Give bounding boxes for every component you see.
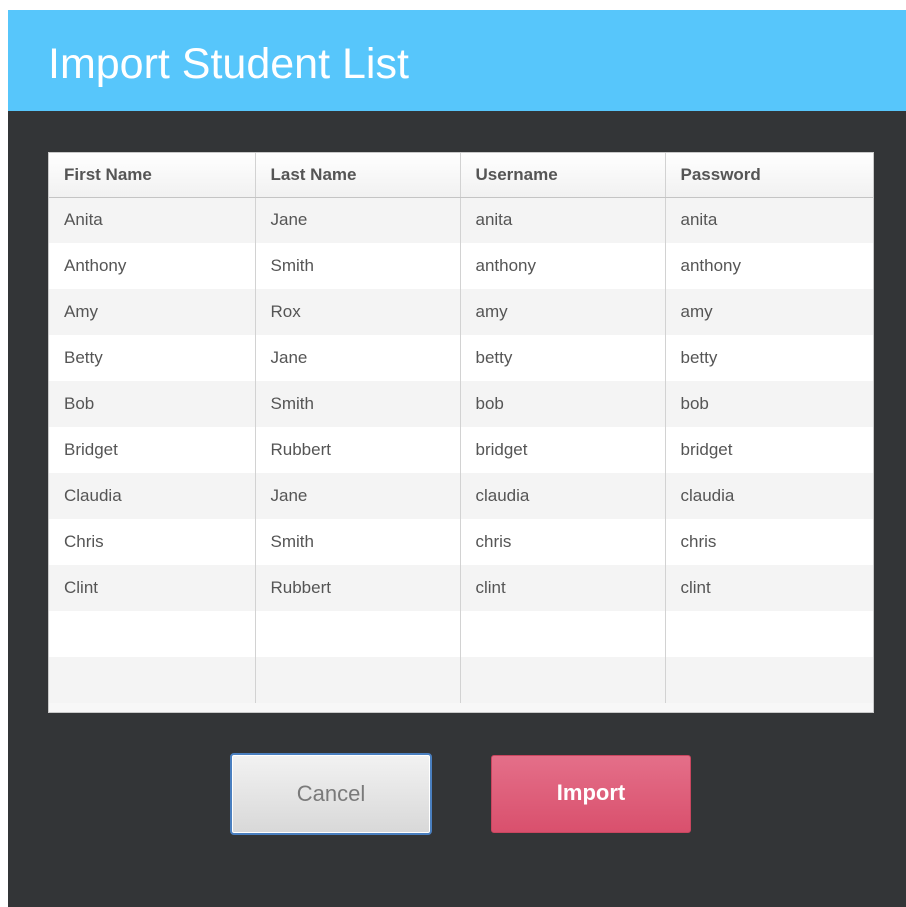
table-row[interactable]: Bob Smith bob bob (49, 381, 873, 427)
import-dialog: Import Student List First Name Last Name… (8, 10, 906, 907)
cell-last-name: Smith (255, 243, 461, 289)
cell-last-name: Jane (255, 473, 461, 519)
cell-last-name: Rubbert (255, 565, 461, 611)
import-button[interactable]: Import (491, 755, 691, 833)
cell-first-name: Anita (49, 197, 256, 243)
cell-password: amy (665, 289, 873, 335)
cell-first-name: Betty (49, 335, 256, 381)
cell-last-name: Rubbert (255, 427, 461, 473)
cell-password: bridget (665, 427, 873, 473)
cell-username: bob (460, 381, 666, 427)
cell-first-name: Claudia (49, 473, 256, 519)
cell-first-name: Amy (49, 289, 256, 335)
cell-first-name: Chris (49, 519, 256, 565)
table-row[interactable]: Anita Jane anita anita (49, 197, 873, 243)
cell-password: anita (665, 197, 873, 243)
column-header-first-name[interactable]: First Name (49, 153, 256, 198)
cell-username: anita (460, 197, 666, 243)
empty-cell (49, 657, 256, 703)
column-header-username[interactable]: Username (460, 153, 666, 198)
table-row[interactable]: Claudia Jane claudia claudia (49, 473, 873, 519)
cell-first-name: Bob (49, 381, 256, 427)
cell-password: bob (665, 381, 873, 427)
empty-table-row (49, 611, 873, 657)
cell-last-name: Jane (255, 197, 461, 243)
cell-first-name: Clint (49, 565, 256, 611)
empty-cell (255, 611, 461, 657)
empty-cell (460, 611, 666, 657)
cancel-button[interactable]: Cancel (230, 753, 432, 835)
cell-password: clint (665, 565, 873, 611)
cell-username: clint (460, 565, 666, 611)
cell-first-name: Anthony (49, 243, 256, 289)
empty-cell (255, 657, 461, 703)
table-row[interactable]: Betty Jane betty betty (49, 335, 873, 381)
table-row[interactable]: Chris Smith chris chris (49, 519, 873, 565)
cell-username: bridget (460, 427, 666, 473)
cell-first-name: Bridget (49, 427, 256, 473)
cell-last-name: Smith (255, 519, 461, 565)
cell-username: anthony (460, 243, 666, 289)
cell-password: chris (665, 519, 873, 565)
table-row[interactable]: Amy Rox amy amy (49, 289, 873, 335)
table-row[interactable]: Clint Rubbert clint clint (49, 565, 873, 611)
cell-password: claudia (665, 473, 873, 519)
cell-username: claudia (460, 473, 666, 519)
dialog-title: Import Student List (48, 40, 409, 88)
cell-password: anthony (665, 243, 873, 289)
cell-last-name: Rox (255, 289, 461, 335)
column-header-last-name[interactable]: Last Name (255, 153, 461, 198)
table-row[interactable]: Anthony Smith anthony anthony (49, 243, 873, 289)
empty-cell (49, 611, 256, 657)
cell-password: betty (665, 335, 873, 381)
title-bar: Import Student List (8, 10, 906, 111)
empty-cell (665, 657, 873, 703)
empty-cell (665, 611, 873, 657)
cell-username: betty (460, 335, 666, 381)
cell-last-name: Jane (255, 335, 461, 381)
cell-username: chris (460, 519, 666, 565)
column-header-password[interactable]: Password (665, 153, 873, 198)
empty-table-row (49, 657, 873, 703)
cell-username: amy (460, 289, 666, 335)
table-header-row: First Name Last Name Username Password (49, 153, 873, 198)
empty-cell (460, 657, 666, 703)
table-row[interactable]: Bridget Rubbert bridget bridget (49, 427, 873, 473)
student-table: First Name Last Name Username Password A… (48, 152, 874, 713)
cell-last-name: Smith (255, 381, 461, 427)
